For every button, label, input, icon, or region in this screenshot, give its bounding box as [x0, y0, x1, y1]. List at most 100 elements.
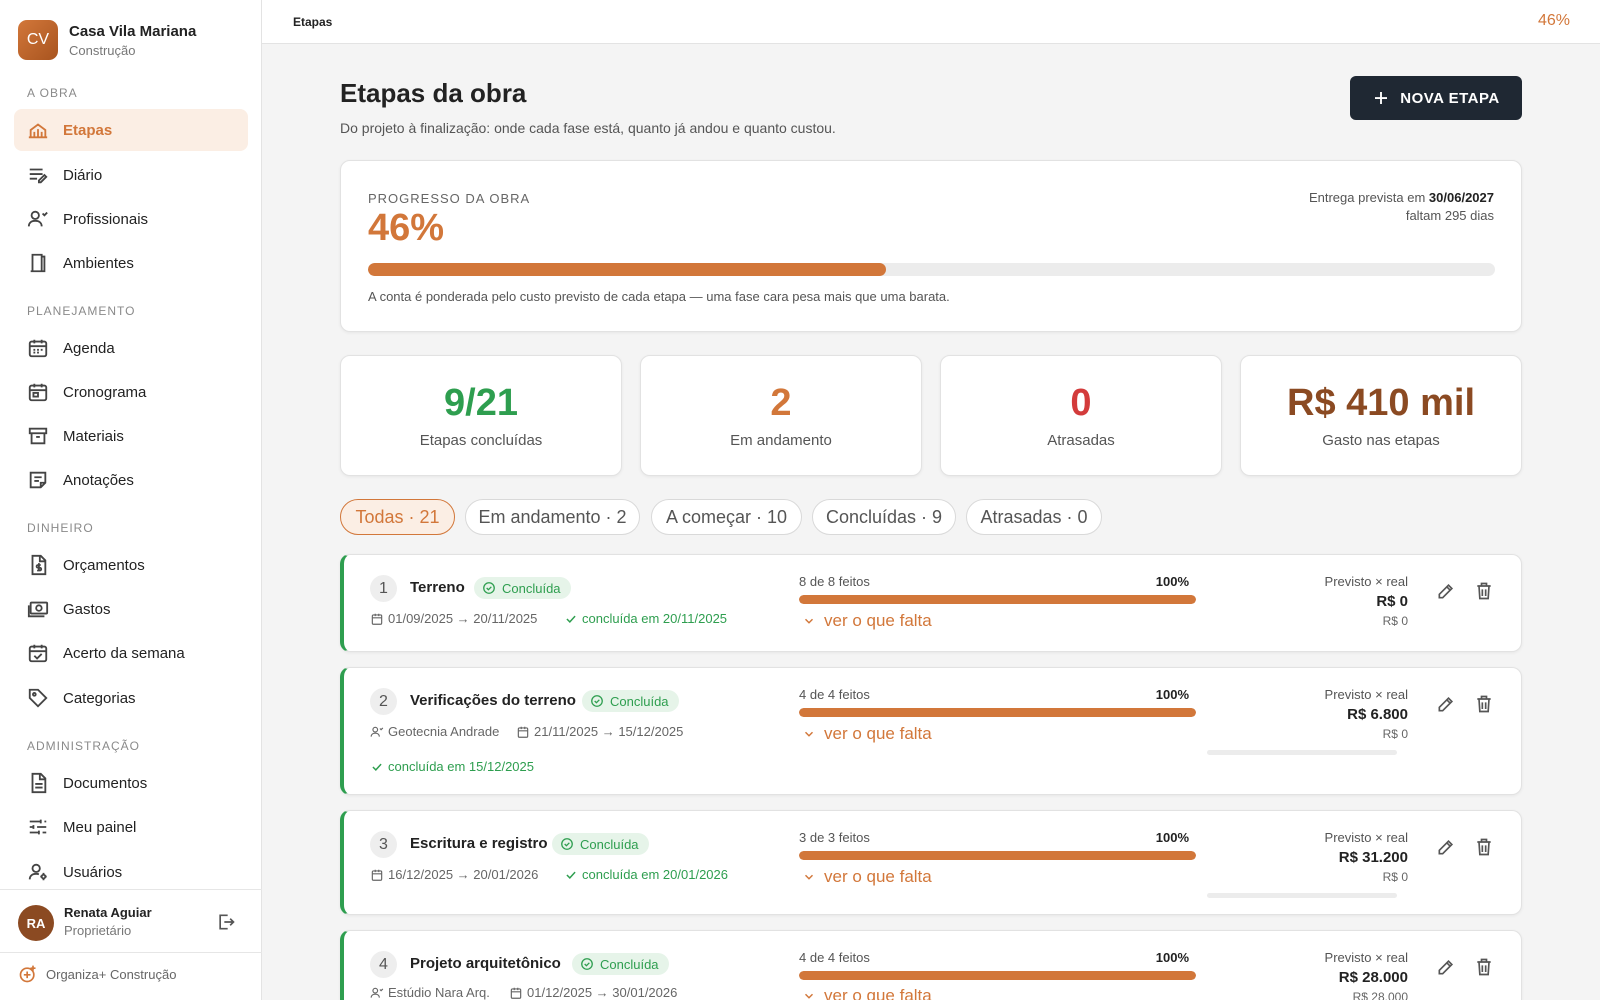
- sidebar-item-anotacoes[interactable]: Anotações: [14, 459, 248, 501]
- filter-chip-to-start[interactable]: A começar · 10: [651, 499, 802, 535]
- stage-row[interactable]: 2 Verificações do terreno Concluída Geot…: [340, 667, 1522, 795]
- sidebar-item-diario[interactable]: Diário: [14, 154, 248, 196]
- sidebar-item-documentos[interactable]: Documentos: [14, 762, 248, 804]
- progress-bar-fill: [368, 263, 887, 276]
- stage-professional: Estúdio Nara Arq.: [370, 985, 490, 1000]
- agenda-icon: [28, 339, 48, 358]
- stage-completed-text: concluída em 15/12/2025: [388, 759, 534, 774]
- users-icon: [28, 863, 47, 881]
- logout-icon[interactable]: [216, 912, 236, 932]
- cost-real: R$ 0: [1382, 727, 1408, 741]
- delivery-info: Entrega prevista em 30/06/2027 faltam 29…: [1309, 189, 1494, 225]
- delivery-date: 30/06/2027: [1428, 190, 1494, 205]
- filter-chip-in-progress[interactable]: Em andamento · 2: [465, 499, 640, 535]
- stat-card-completed: 9/21 Etapas concluídas: [340, 355, 622, 476]
- stage-completed-text: concluída em 20/11/2025: [582, 611, 728, 626]
- professional-icon: [370, 987, 384, 998]
- filter-chip-completed[interactable]: Concluídas · 9: [812, 499, 956, 535]
- progress-value: 46%: [368, 207, 445, 249]
- sidebar-item-label: Profissionais: [63, 210, 149, 228]
- sidebar-item-label: Etapas: [63, 121, 113, 139]
- cost-bar: [1207, 893, 1397, 898]
- see-missing-link[interactable]: ver o que falta: [802, 986, 932, 1000]
- trash-icon[interactable]: [1474, 581, 1494, 601]
- stage-progress-bar: [799, 595, 1196, 604]
- sidebar-item-meu-painel[interactable]: Meu painel: [14, 806, 248, 848]
- check-icon: [372, 763, 382, 771]
- edit-icon[interactable]: [1436, 837, 1456, 857]
- stage-completed-on: concluída em 15/12/2025: [370, 759, 534, 774]
- stage-title: Escritura e registro: [410, 835, 548, 852]
- stage-professional-text: Geotecnia Andrade: [388, 724, 500, 739]
- cost-real: R$ 28.000: [1352, 990, 1408, 1000]
- stage-dates: 21/11/2025 → 15/12/2025: [516, 724, 683, 739]
- check-icon: [566, 615, 576, 623]
- sidebar-item-gastos[interactable]: Gastos: [14, 588, 248, 630]
- stage-progress-fill: [799, 595, 1196, 604]
- stage-row[interactable]: 1 Terreno Concluída 01/09/2025 → 20/11/2…: [340, 554, 1522, 652]
- see-missing-link[interactable]: ver o que falta: [802, 611, 932, 631]
- sidebar-item-usuarios[interactable]: Usuários: [14, 851, 248, 893]
- see-missing-link[interactable]: ver o que falta: [802, 724, 932, 744]
- see-missing-text: ver o que falta: [824, 867, 932, 886]
- project-brand[interactable]: CV Casa Vila Mariana Construção: [18, 20, 196, 60]
- trash-icon[interactable]: [1474, 837, 1494, 857]
- topbar-progress: 46%: [1537, 12, 1570, 29]
- sidebar-item-categorias[interactable]: Categorias: [14, 677, 248, 719]
- new-stage-button[interactable]: NOVA ETAPA: [1350, 76, 1522, 120]
- professional-icon: [370, 726, 384, 737]
- stage-row[interactable]: 4 Projeto arquitetônico Concluída Estúdi…: [340, 930, 1522, 1000]
- nav-section-title: PLANEJAMENTO: [27, 304, 136, 318]
- stat-label: Gasto nas etapas: [1322, 432, 1440, 449]
- status-text: Concluída: [610, 693, 669, 709]
- stage-row[interactable]: 3 Escritura e registro Concluída 16/12/2…: [340, 810, 1522, 915]
- chevron-down-icon: [804, 731, 814, 737]
- cost-label: Previsto × real: [1324, 687, 1408, 702]
- sidebar-item-profissionais[interactable]: Profissionais: [14, 198, 248, 240]
- tasks-percent: 100%: [1155, 574, 1189, 589]
- sidebar-item-orcamentos[interactable]: Orçamentos: [14, 544, 248, 586]
- sidebar-item-materiais[interactable]: Materiais: [14, 415, 248, 457]
- sidebar-item-cronograma[interactable]: Cronograma: [14, 371, 248, 413]
- tasks-count: 4 de 4 feitos: [799, 687, 870, 702]
- cost-bar: [1207, 750, 1397, 755]
- trash-icon[interactable]: [1474, 694, 1494, 714]
- stage-dates: 01/12/2025 → 30/01/2026: [509, 985, 677, 1000]
- stage-progress-fill: [799, 851, 1196, 860]
- chevron-down-icon: [804, 993, 814, 999]
- stage-title: Projeto arquitetônico: [410, 955, 561, 972]
- notes-icon: [29, 471, 47, 489]
- sidebar-item-label: Categorias: [63, 689, 136, 707]
- footer-brand-text: Organiza+ Construção: [46, 966, 177, 982]
- topbar: Etapas 46%: [262, 0, 1600, 44]
- check-circle-icon: [483, 582, 495, 594]
- user-role: Proprietário: [64, 923, 132, 938]
- edit-icon[interactable]: [1436, 581, 1456, 601]
- stage-dates-text: 16/12/2025 → 20/01/2026: [388, 867, 539, 882]
- tasks-percent: 100%: [1155, 830, 1189, 845]
- stage-number: 4: [370, 951, 397, 978]
- filter-chip-all[interactable]: Todas · 21: [340, 499, 455, 535]
- sidebar-item-ambientes[interactable]: Ambientes: [14, 242, 248, 284]
- status-badge: Concluída: [582, 690, 679, 712]
- check-circle-icon: [581, 958, 593, 970]
- materials-icon: [28, 427, 48, 445]
- stage-dates: 01/09/2025 → 20/11/2025: [370, 611, 537, 626]
- cost-planned: R$ 31.200: [1338, 849, 1408, 866]
- edit-icon[interactable]: [1436, 694, 1456, 714]
- cost-planned: R$ 6.800: [1347, 706, 1408, 723]
- sidebar-item-acerto-semana[interactable]: Acerto da semana: [14, 632, 248, 674]
- see-missing-link[interactable]: ver o que falta: [802, 867, 932, 887]
- project-name: Casa Vila Mariana: [69, 22, 197, 40]
- filter-chip-late[interactable]: Atrasadas · 0: [966, 499, 1102, 535]
- page-subtitle: Do projeto à finalização: onde cada fase…: [340, 120, 836, 136]
- edit-icon[interactable]: [1436, 957, 1456, 977]
- calendar-icon: [371, 869, 383, 881]
- sidebar-item-etapas[interactable]: Etapas: [14, 109, 248, 151]
- see-missing-text: ver o que falta: [824, 611, 932, 630]
- avatar[interactable]: RA: [18, 905, 54, 941]
- tasks-count: 8 de 8 feitos: [799, 574, 870, 589]
- sidebar-item-agenda[interactable]: Agenda: [14, 327, 248, 369]
- schedule-icon: [28, 383, 48, 402]
- trash-icon[interactable]: [1474, 957, 1494, 977]
